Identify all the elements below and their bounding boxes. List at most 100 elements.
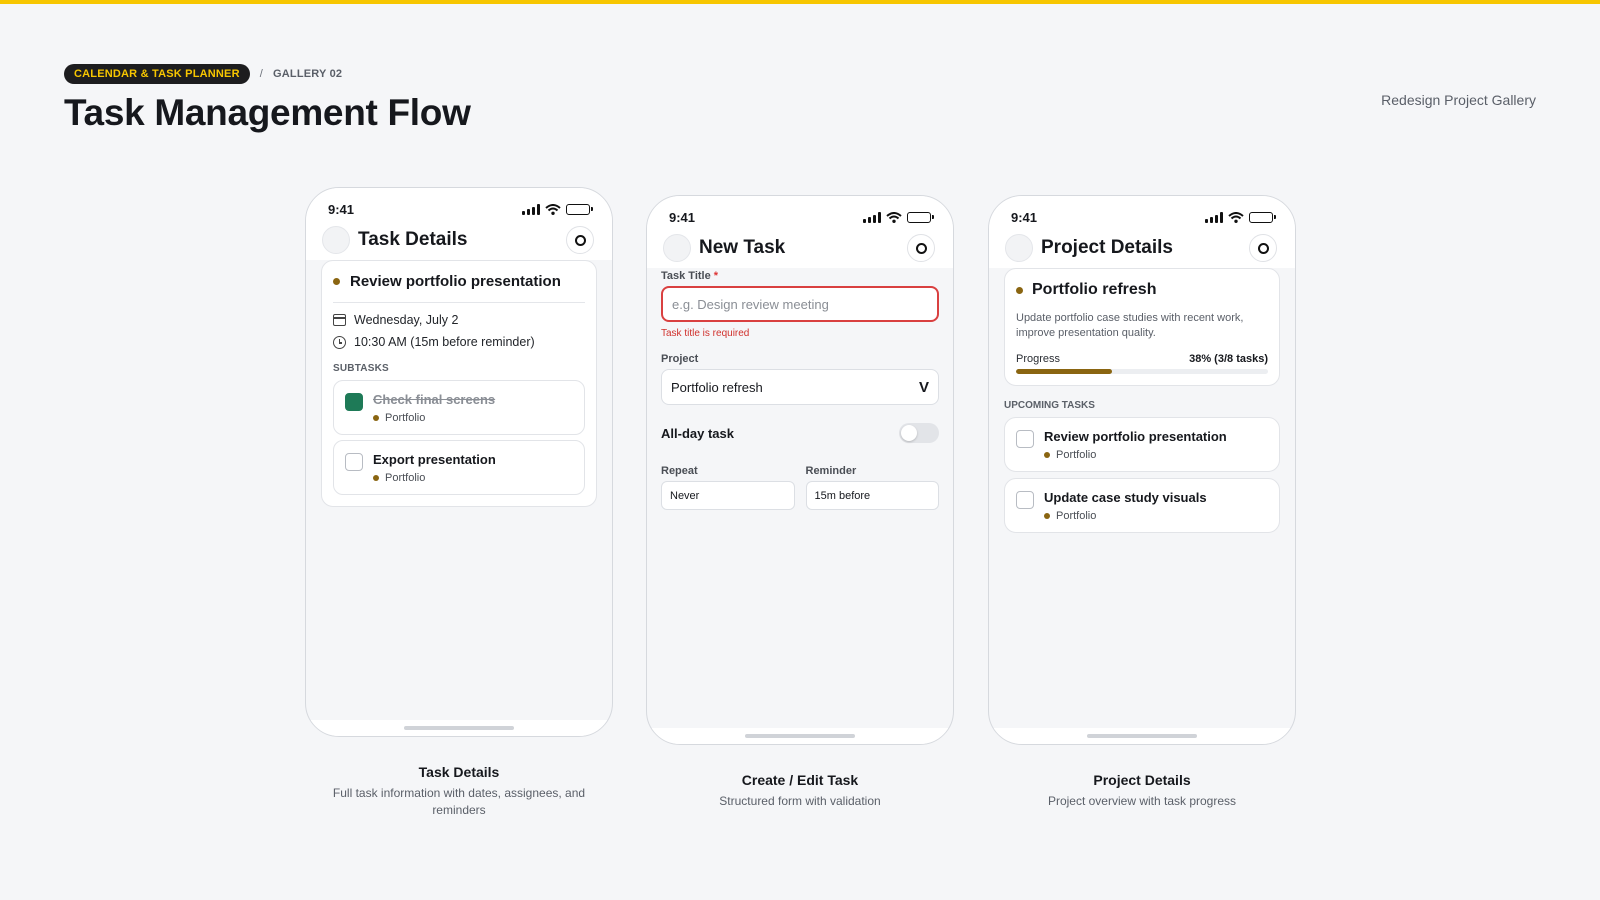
task-date-row: Wednesday, July 2 <box>333 313 585 327</box>
progress-fill <box>1016 369 1112 374</box>
circle-icon <box>1257 242 1269 254</box>
task-date: Wednesday, July 2 <box>354 313 459 327</box>
phone-header: 9:41 Project Details <box>989 196 1295 268</box>
project-dot <box>373 475 379 481</box>
phone-new-task: 9:41 New Task Task Title * e.g. Design r… <box>646 195 954 745</box>
circle-icon <box>915 242 927 254</box>
subtask-project-tag: Portfolio <box>385 412 426 424</box>
signal-icon <box>863 211 881 223</box>
task-title-placeholder: e.g. Design review meeting <box>672 296 829 312</box>
caption-create-task: Create / Edit Task Structured form with … <box>646 772 954 810</box>
project-dot <box>1016 286 1023 294</box>
allday-row: All-day task <box>661 423 939 443</box>
gallery-label: GALLERY 02 <box>273 68 343 80</box>
caption-subtitle: Full task information with dates, assign… <box>332 786 586 817</box>
caption-project-details: Project Details Project overview with ta… <box>988 772 1296 810</box>
phone-project-details: 9:41 Project Details Portfolio refresh U… <box>988 195 1296 745</box>
reminder-value: 15m before <box>814 489 871 502</box>
progress-bar <box>1016 369 1268 374</box>
subtask-item[interactable]: Check final screens Portfolio <box>333 380 585 435</box>
phone-header: 9:41 Task Details <box>306 188 612 260</box>
signal-icon <box>522 203 540 215</box>
status-bar: 9:41 <box>306 188 612 218</box>
breadcrumb: CALENDAR & TASK PLANNER / GALLERY 02 <box>64 64 471 84</box>
repeat-label: Repeat <box>661 465 698 477</box>
caption-title: Task Details <box>418 764 500 780</box>
battery-icon <box>1249 211 1276 223</box>
upcoming-task-title: Update case study visuals <box>1044 490 1207 505</box>
progress-label: Progress <box>1016 353 1061 365</box>
caption-subtitle: Project overview with task progress <box>1047 794 1237 808</box>
wifi-icon <box>545 203 561 215</box>
project-description: Update portfolio case studies with recen… <box>1016 312 1244 339</box>
upcoming-task-title: Review portfolio presentation <box>1044 429 1227 444</box>
upcoming-task-tag: Portfolio <box>1056 449 1097 461</box>
progress-value: 38% (3/8 tasks) <box>1189 353 1268 365</box>
task-checkbox[interactable] <box>1016 430 1034 448</box>
signal-icon <box>1205 211 1223 223</box>
project-select-value: Portfolio refresh <box>671 379 763 395</box>
wifi-icon <box>886 211 902 223</box>
screen-title: Project Details <box>1041 237 1173 258</box>
back-button[interactable] <box>322 226 350 254</box>
circle-icon <box>574 234 586 246</box>
subtask-checkbox-checked[interactable] <box>345 393 363 411</box>
more-button[interactable] <box>1249 234 1277 262</box>
page-title: Task Management Flow <box>64 92 471 133</box>
upcoming-task-item[interactable]: Update case study visuals Portfolio <box>1004 478 1280 533</box>
repeat-select[interactable]: Never <box>661 481 795 510</box>
project-select[interactable]: Portfolio refresh V <box>661 369 939 405</box>
screen-title: New Task <box>699 237 786 258</box>
caption-title: Create / Edit Task <box>741 772 859 788</box>
chevron-down-icon: V <box>918 378 929 396</box>
subtask-checkbox[interactable] <box>345 453 363 471</box>
task-title-input[interactable]: e.g. Design review meeting <box>661 286 939 322</box>
clock-icon <box>333 335 346 349</box>
upcoming-task-tag: Portfolio <box>1056 510 1097 522</box>
more-button[interactable] <box>907 234 935 262</box>
calendar-icon <box>333 314 346 326</box>
allday-label: All-day task <box>661 425 734 441</box>
more-button[interactable] <box>566 226 594 254</box>
nav-bar: New Task <box>647 226 953 266</box>
nav-bar: Project Details <box>989 226 1295 266</box>
status-time: 9:41 <box>669 209 696 225</box>
subtask-item[interactable]: Export presentation Portfolio <box>333 440 585 495</box>
project-title: Portfolio refresh <box>1032 281 1157 298</box>
project-label: Project <box>661 353 699 365</box>
back-button[interactable] <box>663 234 691 262</box>
subtask-title: Export presentation <box>373 452 496 467</box>
project-dot <box>1044 513 1050 519</box>
status-time: 9:41 <box>328 201 355 217</box>
task-detail-card: Review portfolio presentation Wednesday,… <box>321 260 597 507</box>
back-button[interactable] <box>1005 234 1033 262</box>
page-header: CALENDAR & TASK PLANNER / GALLERY 02 Tas… <box>64 64 471 134</box>
upcoming-heading: UPCOMING TASKS <box>1004 400 1095 411</box>
status-bar: 9:41 <box>989 196 1295 226</box>
task-checkbox[interactable] <box>1016 491 1034 509</box>
caption-subtitle: Structured form with validation <box>719 794 881 808</box>
repeat-value: Never <box>670 489 700 502</box>
project-card: Portfolio refresh Update portfolio case … <box>1004 268 1280 386</box>
task-title: Review portfolio presentation <box>350 273 561 290</box>
reminder-select[interactable]: 15m before <box>805 481 939 510</box>
subtask-project-tag: Portfolio <box>385 472 426 484</box>
task-title-label: Task Title <box>661 270 711 282</box>
phone-header: 9:41 New Task <box>647 196 953 268</box>
required-mark: * <box>713 270 719 282</box>
project-dot <box>373 415 379 421</box>
screen-title: Task Details <box>358 229 468 250</box>
caption-task-details: Task Details Full task information with … <box>305 764 613 819</box>
home-indicator <box>745 734 855 738</box>
allday-toggle[interactable] <box>899 423 939 443</box>
upcoming-task-item[interactable]: Review portfolio presentation Portfolio <box>1004 417 1280 472</box>
reminder-label: Reminder <box>805 465 857 477</box>
battery-icon <box>566 203 593 215</box>
home-indicator <box>1087 734 1197 738</box>
top-accent-bar <box>0 0 1600 4</box>
task-title-error: Task title is required <box>661 328 750 339</box>
nav-bar: Task Details <box>306 218 612 258</box>
home-indicator <box>404 726 514 730</box>
project-dot <box>1044 452 1050 458</box>
breadcrumb-separator: / <box>259 68 263 80</box>
